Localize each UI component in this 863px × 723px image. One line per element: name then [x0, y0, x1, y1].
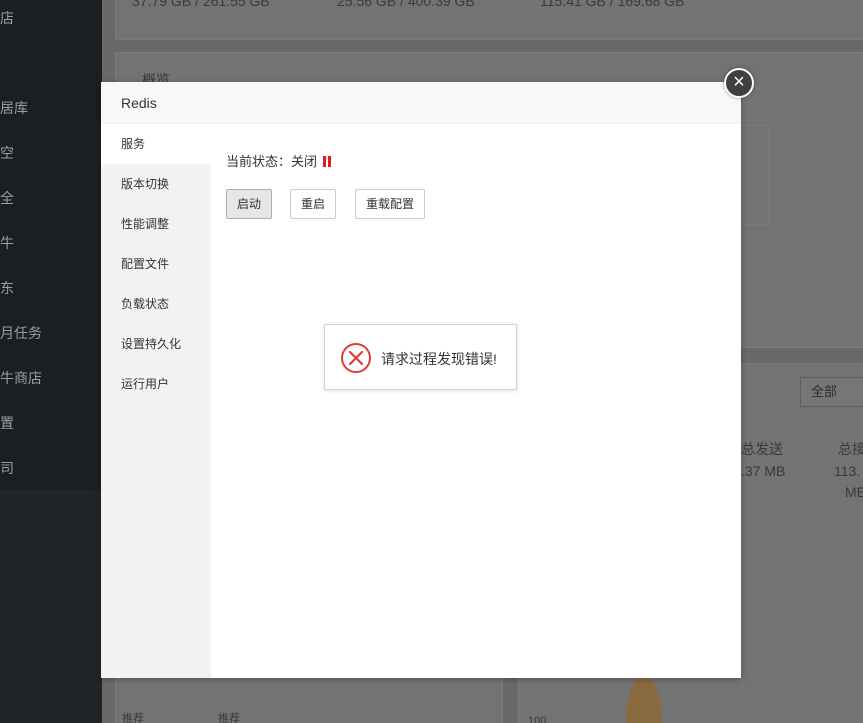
- sidebar-item-9[interactable]: 置: [0, 413, 102, 433]
- disk-stat-1: 37.79 GB / 261.55 GB: [132, 0, 270, 9]
- tab-load-status[interactable]: 负载状态: [101, 284, 211, 324]
- sidebar-lower-panel: [0, 490, 102, 723]
- stopped-icon: [323, 156, 332, 167]
- tab-version-switch[interactable]: 版本切换: [101, 164, 211, 204]
- modal-title: Redis: [101, 82, 741, 124]
- restart-button[interactable]: 重启: [290, 189, 337, 219]
- sidebar-item-6[interactable]: 东: [0, 278, 102, 298]
- tab-persistence[interactable]: 设置持久化: [101, 324, 211, 364]
- tab-service[interactable]: 服务: [101, 124, 211, 164]
- total-recv-label: 总接: [838, 441, 863, 457]
- toast-message: 请求过程发现错误!: [381, 351, 497, 367]
- close-icon[interactable]: ×: [724, 68, 754, 98]
- start-button[interactable]: 启动: [226, 189, 273, 219]
- modal-tab-list: 服务 版本切换 性能调整 配置文件 负载状态 设置持久化 运行用户: [101, 124, 211, 678]
- sidebar-item-8[interactable]: 牛商店: [0, 368, 102, 388]
- network-select[interactable]: 全部: [800, 377, 863, 407]
- service-status: 当前状态：关闭: [226, 151, 332, 170]
- sidebar-item-5[interactable]: 牛: [0, 233, 102, 253]
- overview-panel: [741, 125, 769, 225]
- sidebar-item-10[interactable]: 司: [0, 458, 102, 478]
- total-sent-value: .37 MB: [741, 463, 786, 479]
- tab-run-user[interactable]: 运行用户: [101, 364, 211, 404]
- total-recv-value-2: ME: [845, 484, 863, 500]
- disk-stat-2: 25.56 GB / 400.39 GB: [337, 0, 475, 9]
- service-panel: 当前状态：关闭 启动 重启 重载配置: [211, 124, 741, 678]
- reload-config-button[interactable]: 重载配置: [355, 189, 426, 219]
- tab-performance[interactable]: 性能调整: [101, 204, 211, 244]
- total-recv-value-1: 113.: [834, 463, 861, 479]
- chart-axis-value: 100: [528, 715, 547, 723]
- tab-config-file[interactable]: 配置文件: [101, 244, 211, 284]
- error-circle-icon: [341, 343, 371, 373]
- sidebar-item-2[interactable]: 居库: [0, 98, 102, 118]
- disk-stat-3: 115.41 GB / 169.68 GB: [540, 0, 685, 9]
- sidebar-item-1[interactable]: 店: [0, 8, 102, 28]
- sidebar-item-4[interactable]: 全: [0, 188, 102, 208]
- sidebar-item-7[interactable]: 月任务: [0, 323, 102, 343]
- error-toast: 请求过程发现错误!: [324, 324, 517, 390]
- app-sidebar: 店 居库 空 全 牛 东 月任务 牛商店 置 司: [0, 0, 102, 723]
- tag-recommended-2: 推荐: [218, 713, 240, 723]
- status-value: 关闭: [291, 154, 318, 169]
- total-sent-label: 总发送: [741, 441, 783, 457]
- sidebar-item-3[interactable]: 空: [0, 143, 102, 163]
- tag-recommended-1: 推荐: [122, 713, 144, 723]
- status-label: 当前状态：: [226, 154, 292, 169]
